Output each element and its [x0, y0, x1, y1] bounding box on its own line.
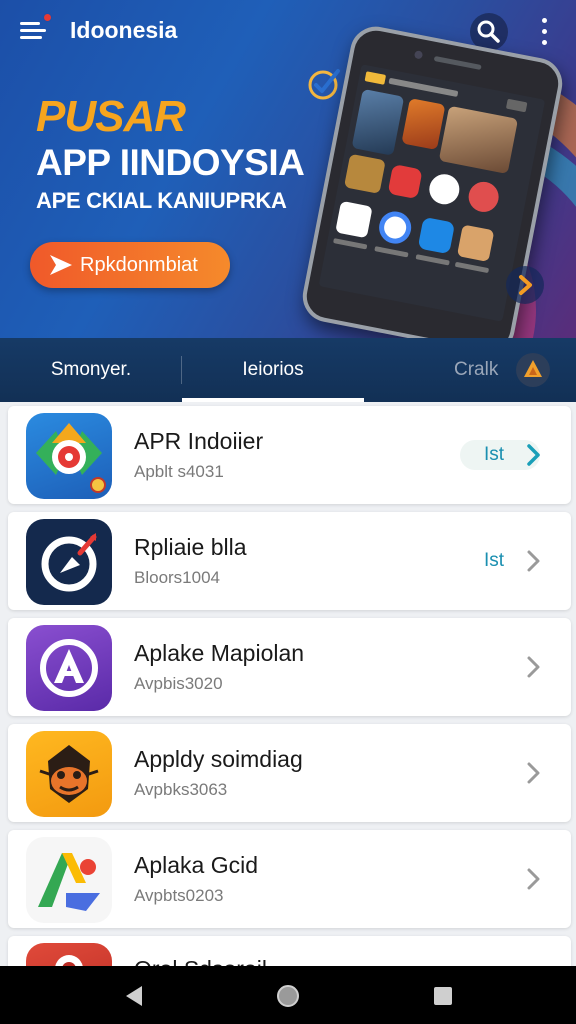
app-subtitle: Avpbis3020 [134, 674, 223, 693]
app-subtitle: Avpbks3063 [134, 780, 228, 799]
home-icon[interactable] [275, 983, 301, 1009]
app-subtitle: Bloors1004 [134, 568, 221, 587]
hero-title: APP IINDOYSIA [36, 142, 305, 183]
more-vertical-icon[interactable] [532, 14, 556, 50]
hero-headline: PUSAR [36, 92, 186, 141]
install-label: Ist [484, 550, 505, 571]
red-app-icon [26, 943, 112, 966]
target-app-icon [26, 413, 112, 499]
divider [181, 356, 182, 384]
app-name: APR Indoiier [134, 428, 264, 454]
app-title: Idoonesia [70, 17, 178, 43]
chevron-right-icon [519, 275, 532, 295]
check-icon [306, 66, 342, 102]
hero-cta-button[interactable]: Rpkdonmbiat [30, 242, 230, 288]
letter-a-app-icon [26, 625, 112, 711]
recents-icon[interactable] [430, 983, 456, 1009]
app-list: APR Indoiier Apblt s4031 Ist Rpliaie bll… [0, 402, 576, 966]
list-item[interactable]: APR Indoiier Apblt s4031 Ist [8, 406, 571, 504]
hero-cta-label: Rpkdonmbiat [80, 253, 198, 276]
list-item[interactable]: Orol Sdsoroil [8, 936, 571, 966]
chevron-right-icon [527, 762, 540, 784]
app-subtitle: Apblt s4031 [134, 462, 224, 481]
tab-label: Ieiorios [242, 359, 304, 380]
carousel-next-button[interactable] [506, 266, 544, 304]
chevron-right-icon [527, 868, 540, 890]
app-name: Orol Sdsoroil [134, 956, 267, 966]
compass-app-icon [26, 519, 112, 605]
app-name: Aplaka Gcid [134, 852, 259, 878]
notification-dot [43, 13, 52, 22]
arrow-app-icon [26, 837, 112, 923]
chevron-right-icon [527, 444, 540, 466]
back-icon[interactable] [122, 983, 148, 1009]
hero-banner[interactable]: Idoonesia PUSAR APP IINDOYSIA APE CKIAL … [0, 0, 576, 338]
hero-subtitle: APE CKIAL KANIUPRKA [36, 188, 287, 213]
tab-ieiorios[interactable]: Ieiorios [182, 338, 364, 402]
chevron-right-icon [527, 550, 540, 572]
app-name: Rpliaie blla [134, 534, 247, 560]
tab-bar: Smonyer. Ieiorios Cralk [0, 338, 576, 402]
list-item[interactable]: Aplake Mapiolan Avpbis3020 [8, 618, 571, 716]
app-name: Appldy soimdiag [134, 746, 303, 772]
chevron-right-icon [527, 656, 540, 678]
menu-icon[interactable] [20, 18, 48, 42]
mask-app-icon [26, 731, 112, 817]
app-subtitle: Avpbts0203 [134, 886, 224, 905]
tab-smonyer[interactable]: Smonyer. [0, 338, 182, 402]
pin-badge-icon[interactable] [516, 353, 550, 387]
list-item[interactable]: Rpliaie blla Bloors1004 Ist [8, 512, 571, 610]
tab-label: Cralk [454, 359, 499, 380]
install-label: Ist [484, 444, 505, 465]
list-item[interactable]: Aplaka Gcid Avpbts0203 [8, 830, 571, 928]
play-arrow-icon [50, 255, 72, 275]
system-nav-bar [0, 966, 576, 1024]
list-item[interactable]: Appldy soimdiag Avpbks3063 [8, 724, 571, 822]
app-name: Aplake Mapiolan [134, 640, 305, 666]
tab-label: Smonyer. [50, 359, 132, 380]
